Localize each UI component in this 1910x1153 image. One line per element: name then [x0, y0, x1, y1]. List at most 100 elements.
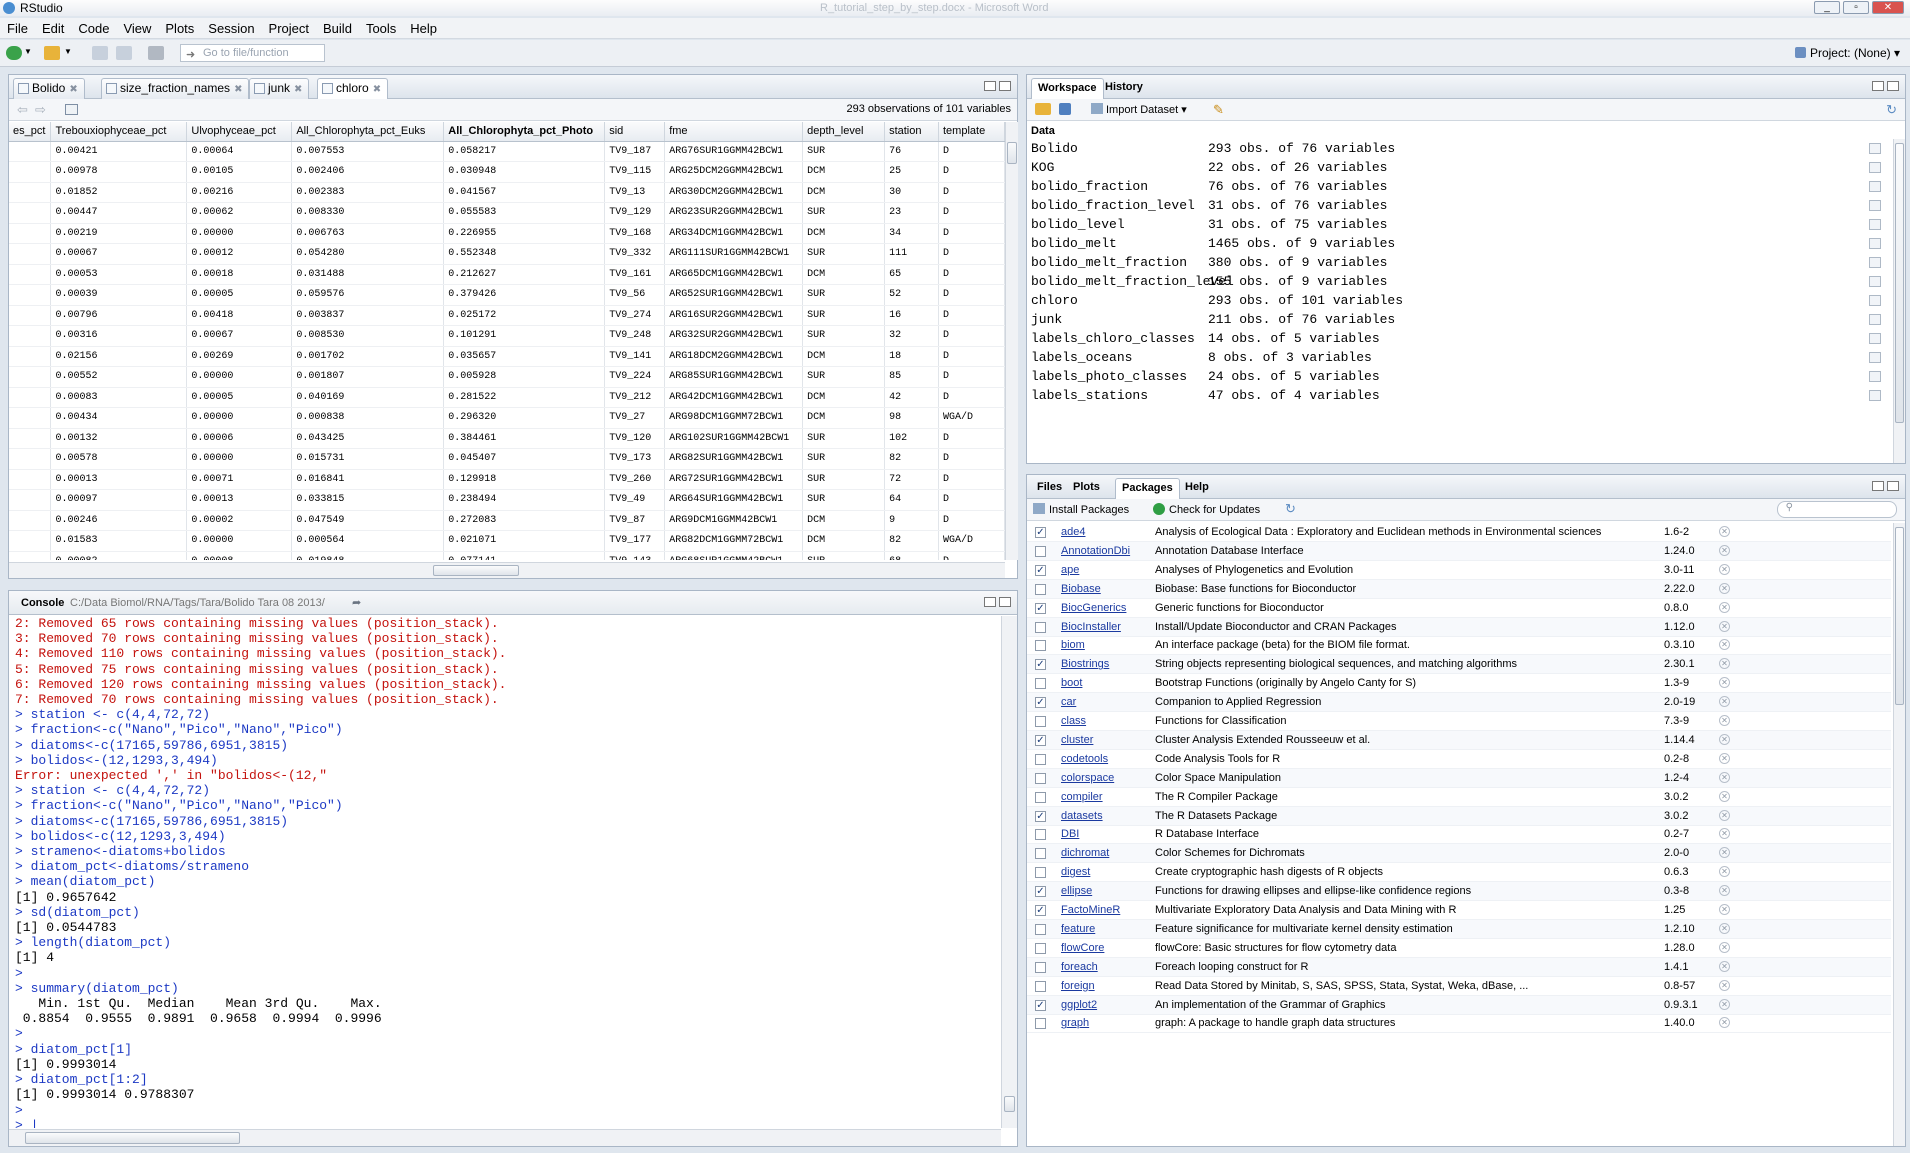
install-packages-button[interactable]: Install Packages: [1033, 503, 1129, 516]
remove-package-icon[interactable]: ✕: [1719, 809, 1730, 821]
close-button[interactable]: ✕: [1872, 1, 1904, 14]
remove-package-icon[interactable]: ✕: [1719, 922, 1730, 934]
maximize-button[interactable]: ▫: [1843, 1, 1869, 14]
data-horizontal-scroll-thumb[interactable]: [433, 565, 519, 576]
menu-build[interactable]: Build: [316, 18, 359, 39]
console-vertical-scroll-thumb[interactable]: [1004, 1096, 1015, 1112]
view-data-grid-icon[interactable]: [1869, 162, 1881, 173]
workspace-item[interactable]: Bolido 293 obs. of 76 variables: [1027, 139, 1891, 158]
workspace-vertical-scroll-thumb[interactable]: [1895, 143, 1904, 423]
open-file-icon[interactable]: [44, 46, 60, 60]
workspace-item[interactable]: labels_photo_classes 24 obs. of 5 variabl…: [1027, 367, 1891, 386]
package-name-link[interactable]: dichromat: [1061, 844, 1109, 863]
maximize-pane-icon[interactable]: [1887, 481, 1899, 491]
minimize-pane-icon[interactable]: [1872, 481, 1884, 491]
package-load-checkbox[interactable]: ✓: [1035, 734, 1046, 746]
package-load-checkbox[interactable]: ✓: [1035, 602, 1046, 614]
packages-vertical-scroll-thumb[interactable]: [1895, 527, 1904, 705]
tab-files[interactable]: Files: [1031, 478, 1068, 499]
package-name-link[interactable]: flowCore: [1061, 939, 1104, 958]
view-data-grid-icon[interactable]: [1869, 276, 1881, 287]
remove-package-icon[interactable]: ✕: [1719, 904, 1730, 915]
package-load-checkbox[interactable]: [1035, 640, 1046, 652]
close-tab-icon[interactable]: ✖: [373, 84, 381, 95]
workspace-item[interactable]: labels_oceans 8 obs. of 3 variables: [1027, 348, 1891, 367]
package-load-checkbox[interactable]: [1035, 848, 1046, 860]
refresh-packages-icon[interactable]: ↻: [1285, 501, 1296, 517]
data-vertical-scroll-thumb[interactable]: [1007, 142, 1017, 164]
remove-package-icon[interactable]: ✕: [1719, 866, 1730, 878]
package-name-link[interactable]: ellipse: [1061, 882, 1092, 901]
remove-package-icon[interactable]: ✕: [1719, 563, 1730, 575]
package-load-checkbox[interactable]: ✓: [1035, 886, 1046, 898]
remove-package-icon[interactable]: ✕: [1719, 658, 1730, 670]
remove-package-icon[interactable]: ✕: [1719, 733, 1730, 745]
console-output[interactable]: 2: Removed 65 rows containing missing va…: [15, 616, 999, 1128]
package-load-checkbox[interactable]: [1035, 621, 1046, 633]
tab-packages[interactable]: Packages: [1115, 478, 1180, 499]
remove-package-icon[interactable]: ✕: [1719, 885, 1730, 897]
view-data-grid-icon[interactable]: [1869, 352, 1881, 363]
menu-view[interactable]: View: [116, 18, 158, 39]
package-load-checkbox[interactable]: [1035, 980, 1046, 992]
data-horizontal-scrollbar[interactable]: [9, 562, 1005, 578]
print-icon[interactable]: [148, 46, 164, 60]
package-load-checkbox[interactable]: ✓: [1035, 810, 1046, 822]
tab-size-fraction-names[interactable]: size_fraction_names ✖: [101, 78, 250, 99]
package-load-checkbox[interactable]: [1035, 867, 1046, 879]
workspace-item[interactable]: bolido_fraction 76 obs. of 76 variables: [1027, 177, 1891, 196]
remove-package-icon[interactable]: ✕: [1719, 715, 1730, 726]
new-file-icon[interactable]: [6, 46, 22, 60]
workspace-item[interactable]: bolido_melt 1465 obs. of 9 variables: [1027, 234, 1891, 253]
view-data-grid-icon[interactable]: [1869, 257, 1881, 268]
view-data-grid-icon[interactable]: [1869, 219, 1881, 230]
remove-package-icon[interactable]: ✕: [1719, 1017, 1730, 1029]
workspace-vertical-scrollbar[interactable]: [1893, 139, 1905, 463]
remove-package-icon[interactable]: ✕: [1719, 941, 1730, 953]
package-name-link[interactable]: biom: [1061, 636, 1085, 655]
package-name-link[interactable]: BiocGenerics: [1061, 599, 1126, 618]
package-name-link[interactable]: ade4: [1061, 523, 1085, 542]
package-load-checkbox[interactable]: [1035, 772, 1046, 784]
view-data-grid-icon[interactable]: [1869, 143, 1881, 154]
workspace-item[interactable]: KOG 22 obs. of 26 variables: [1027, 158, 1891, 177]
column-header[interactable]: All_Chlorophyta_pct_Photo: [443, 122, 606, 142]
go-to-directory-icon[interactable]: ➦: [352, 596, 361, 609]
view-data-grid-icon[interactable]: [1869, 333, 1881, 344]
tab-bolido[interactable]: Bolido ✖: [13, 78, 85, 99]
popout-icon[interactable]: [65, 104, 78, 115]
package-name-link[interactable]: BiocInstaller: [1061, 618, 1121, 637]
save-workspace-icon[interactable]: [1059, 103, 1071, 115]
console-horizontal-scroll-thumb[interactable]: [25, 1132, 240, 1144]
remove-package-icon[interactable]: ✕: [1719, 582, 1730, 594]
package-load-checkbox[interactable]: [1035, 923, 1046, 935]
tab-junk[interactable]: junk ✖: [249, 78, 310, 99]
workspace-item[interactable]: bolido_melt_fraction_level 155 obs. of 9 …: [1027, 272, 1891, 291]
package-load-checkbox[interactable]: [1035, 583, 1046, 595]
workspace-item[interactable]: labels_chloro_classes 14 obs. of 5 variab…: [1027, 329, 1891, 348]
package-load-checkbox[interactable]: ✓: [1035, 999, 1046, 1011]
tab-help[interactable]: Help: [1179, 478, 1215, 499]
menu-tools[interactable]: Tools: [359, 18, 403, 39]
minimize-button[interactable]: _: [1814, 1, 1840, 14]
package-load-checkbox[interactable]: [1035, 716, 1046, 727]
package-name-link[interactable]: digest: [1061, 863, 1090, 882]
view-data-grid-icon[interactable]: [1869, 238, 1881, 249]
package-name-link[interactable]: AnnotationDbi: [1061, 542, 1130, 561]
menu-plots[interactable]: Plots: [158, 18, 201, 39]
column-header[interactable]: fme: [664, 122, 804, 142]
package-load-checkbox[interactable]: [1035, 961, 1046, 973]
view-data-grid-icon[interactable]: [1869, 181, 1881, 192]
forward-arrow-icon[interactable]: ⇨: [35, 102, 46, 118]
check-updates-button[interactable]: Check for Updates: [1153, 503, 1260, 516]
view-data-grid-icon[interactable]: [1869, 314, 1881, 325]
package-name-link[interactable]: ape: [1061, 561, 1079, 580]
minimize-pane-icon[interactable]: [984, 597, 996, 607]
package-name-link[interactable]: ggplot2: [1061, 996, 1097, 1015]
package-name-link[interactable]: feature: [1061, 920, 1095, 939]
import-dataset-button[interactable]: Import Dataset ▾: [1091, 103, 1187, 116]
source-pane-controls[interactable]: [981, 81, 1011, 94]
project-menu[interactable]: Project: (None) ▾: [1794, 46, 1900, 60]
package-load-checkbox[interactable]: [1035, 791, 1046, 803]
package-name-link[interactable]: compiler: [1061, 788, 1103, 807]
